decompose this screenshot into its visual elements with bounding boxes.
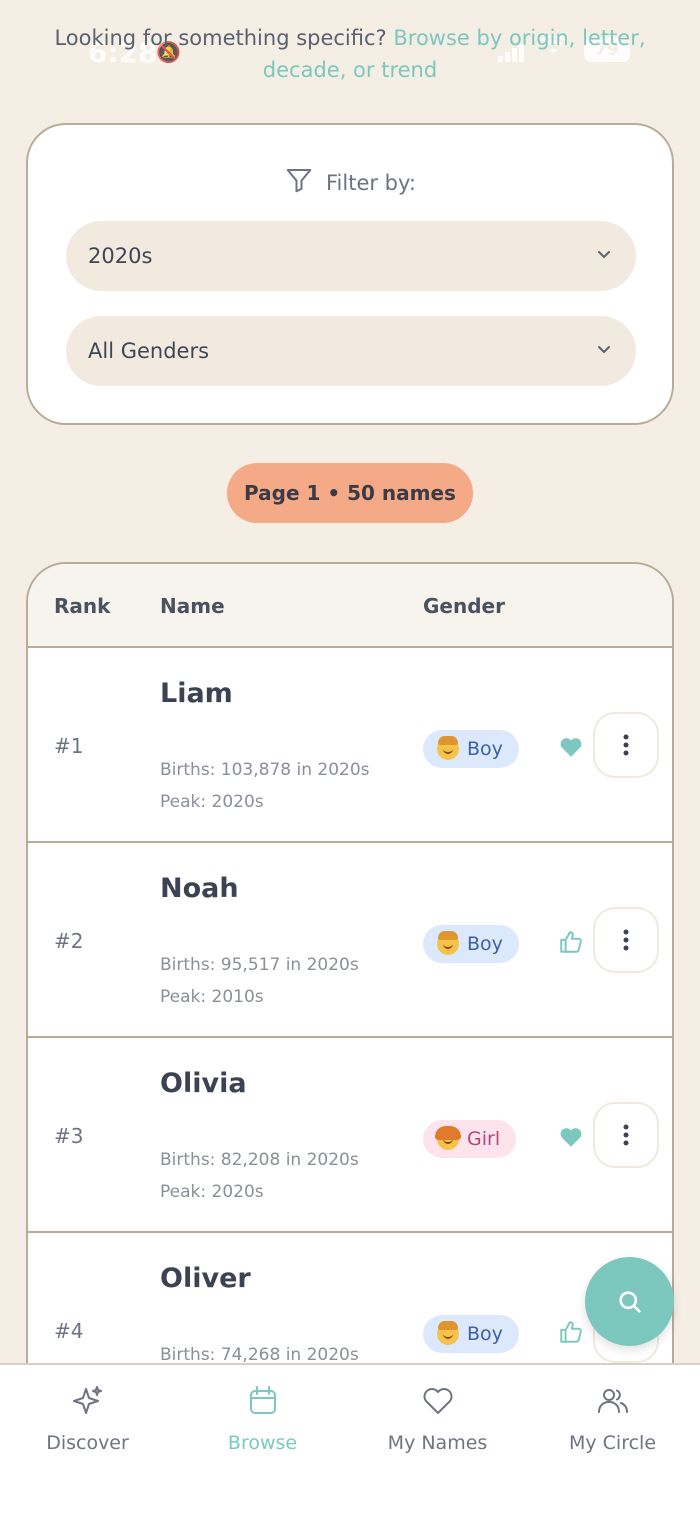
- births: Births: 82,208 in 2020s: [160, 1150, 359, 1170]
- rank: #4: [54, 1319, 84, 1343]
- heart-filled-icon[interactable]: [558, 734, 584, 760]
- name: Liam: [160, 678, 233, 709]
- rank: #1: [54, 734, 84, 758]
- peak: Peak: 2020s: [160, 792, 264, 812]
- gender-label: Girl: [467, 1128, 501, 1150]
- header-gender: Gender: [423, 594, 505, 618]
- tab-discover[interactable]: Discover: [0, 1383, 175, 1463]
- thumbs-up-icon[interactable]: [558, 1319, 584, 1345]
- search-icon: [618, 1290, 641, 1313]
- tab-my-circle[interactable]: My Circle: [525, 1383, 700, 1463]
- gender-label: Boy: [467, 1323, 503, 1345]
- decade-select-value: 2020s: [88, 244, 153, 268]
- kebab-icon: [623, 929, 629, 951]
- tab-label: Browse: [227, 1432, 298, 1454]
- tab-label: My Circle: [568, 1432, 657, 1454]
- search-button[interactable]: [585, 1257, 674, 1346]
- intro-text: Looking for something specific?: [54, 26, 394, 50]
- decade-select[interactable]: 2020s: [66, 221, 636, 291]
- sparkle-icon: [70, 1383, 106, 1424]
- page-indicator: Page 1 • 50 names: [227, 463, 473, 523]
- heart-icon: [420, 1383, 456, 1424]
- name: Olivia: [160, 1068, 247, 1099]
- table-row[interactable]: #2 Noah Births: 95,517 in 2020s Peak: 20…: [28, 843, 672, 1038]
- chevron-down-icon: [594, 244, 614, 269]
- kebab-icon: [623, 734, 629, 756]
- names-table: Rank Name Gender #1 Liam Births: 103,878…: [26, 562, 674, 1402]
- name: Oliver: [160, 1263, 251, 1294]
- births: Births: 74,268 in 2020s: [160, 1345, 359, 1365]
- kebab-icon: [623, 1124, 629, 1146]
- gender-label: Boy: [467, 738, 503, 760]
- heart-filled-icon[interactable]: [558, 1124, 584, 1150]
- boy-face-icon: [437, 736, 459, 760]
- gender-select[interactable]: All Genders: [66, 316, 636, 386]
- header-name: Name: [160, 594, 225, 618]
- browse-intro: Looking for something specific? Browse b…: [40, 22, 660, 86]
- rank: #2: [54, 929, 84, 953]
- tab-label: Discover: [46, 1432, 129, 1454]
- people-icon: [595, 1383, 631, 1424]
- chevron-down-icon: [594, 339, 614, 364]
- rank: #3: [54, 1124, 84, 1148]
- boy-face-icon: [437, 1321, 459, 1345]
- more-options-button[interactable]: [593, 1102, 659, 1168]
- table-header: Rank Name Gender: [28, 564, 672, 648]
- tab-my-names[interactable]: My Names: [350, 1383, 525, 1463]
- peak: Peak: 2010s: [160, 987, 264, 1007]
- thumbs-up-icon[interactable]: [558, 929, 584, 955]
- tab-browse[interactable]: Browse: [175, 1383, 350, 1463]
- gender-badge: Boy: [423, 730, 519, 768]
- more-options-button[interactable]: [593, 907, 659, 973]
- table-row[interactable]: #1 Liam Births: 103,878 in 2020s Peak: 2…: [28, 648, 672, 843]
- gender-badge: Girl: [423, 1120, 517, 1158]
- table-row[interactable]: #3 Olivia Births: 82,208 in 2020s Peak: …: [28, 1038, 672, 1233]
- tab-label: My Names: [387, 1432, 488, 1454]
- boy-face-icon: [437, 931, 459, 955]
- gender-badge: Boy: [423, 1315, 519, 1353]
- peak: Peak: 2020s: [160, 1182, 264, 1202]
- bottom-nav: Discover Browse My Names My Circle: [0, 1363, 700, 1521]
- name: Noah: [160, 873, 239, 904]
- filter-card: Filter by: 2020s All Genders: [26, 123, 674, 425]
- calendar-icon: [245, 1383, 281, 1424]
- gender-select-value: All Genders: [88, 339, 210, 363]
- gender-label: Boy: [467, 933, 503, 955]
- births: Births: 95,517 in 2020s: [160, 955, 359, 975]
- births: Births: 103,878 in 2020s: [160, 760, 370, 780]
- filter-header: Filter by:: [28, 165, 672, 200]
- filter-title: Filter by:: [326, 170, 416, 195]
- header-rank: Rank: [54, 594, 111, 618]
- gender-badge: Boy: [423, 925, 519, 963]
- girl-face-icon: [435, 1126, 461, 1150]
- filter-icon: [284, 165, 314, 200]
- more-options-button[interactable]: [593, 712, 659, 778]
